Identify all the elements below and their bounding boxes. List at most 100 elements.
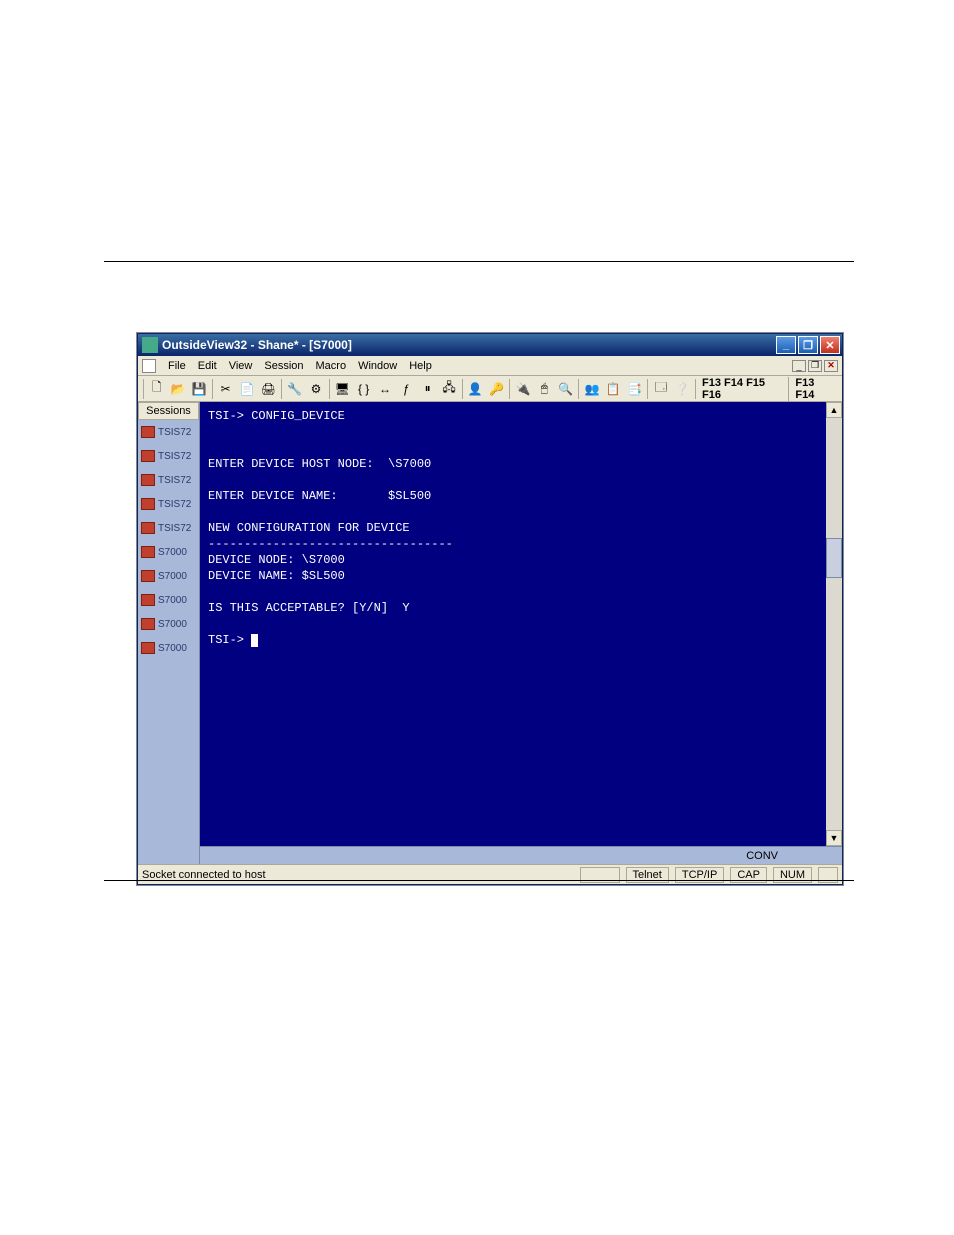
menu-help[interactable]: Help: [403, 358, 438, 374]
menu-window[interactable]: Window: [352, 358, 403, 374]
scroll-down-icon[interactable]: ▼: [826, 830, 842, 846]
session-item[interactable]: TSIS72: [138, 516, 199, 540]
print-icon[interactable]: 🖨: [259, 379, 278, 399]
session-item[interactable]: TSIS72: [138, 420, 199, 444]
users-icon[interactable]: 👥: [582, 379, 601, 399]
terminal-wrap: TSI-> CONFIG_DEVICE ENTER DEVICE HOST NO…: [200, 402, 842, 864]
copy-icon[interactable]: 📄: [237, 379, 256, 399]
statusbar: Socket connected to host Telnet TCP/IP C…: [138, 864, 842, 884]
mouse-icon[interactable]: 🖱: [535, 379, 554, 399]
fkey-group-left[interactable]: F13 F14 F15 F16: [698, 377, 788, 401]
clipboard-icon[interactable]: 📋: [604, 379, 623, 399]
toolbar-separator: [143, 379, 144, 399]
terminal-line: NEW CONFIGURATION FOR DEVICE: [208, 521, 410, 535]
session-label: TSIS72: [158, 427, 191, 438]
terminal-cursor: [251, 634, 258, 647]
terminal-line: DEVICE NAME: $SL500: [208, 569, 345, 583]
workspace: Sessions TSIS72 TSIS72 TSIS72 TSIS72 TSI…: [138, 402, 842, 864]
session-icon: [141, 618, 155, 630]
gear-icon[interactable]: ⚙: [306, 379, 325, 399]
plug-icon[interactable]: 🔌: [513, 379, 532, 399]
monitor-icon[interactable]: 🖥: [333, 379, 352, 399]
scroll-track[interactable]: [826, 418, 842, 830]
session-icon: [141, 474, 155, 486]
toolbar: 🗋 📂 💾 ✂ 📄 🖨 🔧 ⚙ 🖥 { } ↔ ƒ ⏸ 🖧 👤 🔑 🔌 🖱 🔍 …: [138, 376, 842, 402]
menu-edit[interactable]: Edit: [192, 358, 223, 374]
app-window: OutsideView32 - Shane* - [S7000] _ ❐ ✕ F…: [137, 333, 843, 885]
session-label: TSIS72: [158, 499, 191, 510]
search-icon[interactable]: 🔍: [556, 379, 575, 399]
terminal-line: ----------------------------------: [208, 537, 453, 551]
function-icon[interactable]: ƒ: [397, 379, 416, 399]
status-message: Socket connected to host: [142, 869, 574, 881]
titlebar: OutsideView32 - Shane* - [S7000] _ ❐ ✕: [138, 334, 842, 356]
session-label: S7000: [158, 595, 187, 606]
tabs-icon[interactable]: 📑: [625, 379, 644, 399]
terminal-line: ENTER DEVICE HOST NODE: \S7000: [208, 457, 431, 471]
mdi-controls: _ ❐ ✕: [792, 360, 838, 372]
key-icon[interactable]: 🔑: [487, 379, 506, 399]
terminal-line: IS THIS ACCEPTABLE? [Y/N] Y: [208, 601, 410, 615]
divider-top: [104, 261, 854, 262]
session-item[interactable]: S7000: [138, 588, 199, 612]
terminal-statusbar: CONV: [200, 846, 842, 864]
session-icon: [141, 642, 155, 654]
open-file-icon[interactable]: 📂: [168, 379, 187, 399]
pause-icon[interactable]: ⏸: [418, 379, 437, 399]
session-item[interactable]: TSIS72: [138, 492, 199, 516]
minimize-button[interactable]: _: [776, 336, 796, 354]
session-icon: [141, 450, 155, 462]
session-icon: [141, 426, 155, 438]
toolbar-separator: [212, 379, 213, 399]
mdi-close-button[interactable]: ✕: [824, 360, 838, 372]
user-icon[interactable]: 👤: [466, 379, 485, 399]
braces-icon[interactable]: { }: [354, 379, 373, 399]
window-title: OutsideView32 - Shane* - [S7000]: [162, 338, 774, 352]
session-item[interactable]: S7000: [138, 636, 199, 660]
toolbar-separator: [281, 379, 282, 399]
terminal-line: TSI->: [208, 633, 244, 647]
session-item[interactable]: S7000: [138, 612, 199, 636]
fkey-group-right[interactable]: F13 F14: [788, 377, 839, 401]
sessions-panel: Sessions TSIS72 TSIS72 TSIS72 TSIS72 TSI…: [138, 402, 200, 864]
session-label: TSIS72: [158, 523, 191, 534]
mdi-restore-button[interactable]: ❐: [808, 360, 822, 372]
toolbar-separator: [647, 379, 648, 399]
new-file-icon[interactable]: 🗋: [147, 379, 166, 399]
maximize-button[interactable]: ❐: [798, 336, 818, 354]
menu-file[interactable]: File: [162, 358, 192, 374]
mdi-minimize-button[interactable]: _: [792, 360, 806, 372]
toolbar-separator: [329, 379, 330, 399]
session-item[interactable]: TSIS72: [138, 468, 199, 492]
window-icon[interactable]: 🗔: [651, 379, 670, 399]
menu-view[interactable]: View: [223, 358, 259, 374]
close-button[interactable]: ✕: [820, 336, 840, 354]
app-icon: [142, 337, 158, 353]
terminal[interactable]: TSI-> CONFIG_DEVICE ENTER DEVICE HOST NO…: [200, 402, 842, 846]
menubar: File Edit View Session Macro Window Help…: [138, 356, 842, 376]
scroll-up-icon[interactable]: ▲: [826, 402, 842, 418]
session-item[interactable]: TSIS72: [138, 444, 199, 468]
vertical-scrollbar[interactable]: ▲ ▼: [826, 402, 842, 846]
menu-session[interactable]: Session: [258, 358, 309, 374]
scroll-thumb[interactable]: [826, 538, 842, 578]
session-item[interactable]: S7000: [138, 564, 199, 588]
resize-icon[interactable]: ↔: [375, 379, 394, 399]
toolbar-separator: [509, 379, 510, 399]
toolbar-separator: [578, 379, 579, 399]
save-file-icon[interactable]: 💾: [190, 379, 209, 399]
terminal-line: DEVICE NODE: \S7000: [208, 553, 345, 567]
help-icon[interactable]: ❔: [673, 379, 692, 399]
session-label: S7000: [158, 547, 187, 558]
toolbar-separator: [695, 379, 696, 399]
session-item[interactable]: S7000: [138, 540, 199, 564]
sessions-header[interactable]: Sessions: [138, 402, 199, 420]
session-icon: [141, 498, 155, 510]
session-label: S7000: [158, 571, 187, 582]
menu-macro[interactable]: Macro: [310, 358, 353, 374]
cut-icon[interactable]: ✂: [216, 379, 235, 399]
settings-icon[interactable]: 🔧: [285, 379, 304, 399]
session-icon: [141, 546, 155, 558]
network-icon[interactable]: 🖧: [439, 379, 458, 399]
session-label: TSIS72: [158, 475, 191, 486]
